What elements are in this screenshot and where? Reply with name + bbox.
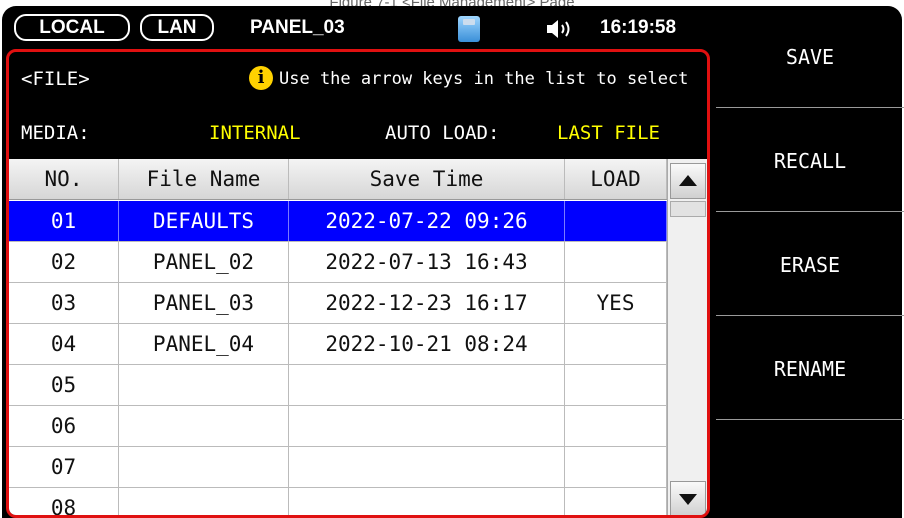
save-time-cell	[289, 365, 565, 405]
usb-icon	[458, 16, 480, 42]
auto-load-value[interactable]: LAST FILE	[557, 120, 660, 146]
load-flag-cell	[565, 365, 667, 405]
table-row[interactable]: 03 PANEL_03 2022-12-23 16:17 YES	[9, 283, 667, 324]
local-mode-badge: LOCAL	[14, 14, 130, 41]
load-flag-cell: YES	[565, 283, 667, 323]
rename-button[interactable]: RENAME	[716, 318, 904, 420]
save-time-cell: 2022-07-22 09:26	[289, 201, 565, 241]
file-name-cell: PANEL_03	[119, 283, 289, 323]
column-header-load: LOAD	[565, 159, 667, 199]
arrow-down-icon	[679, 494, 697, 505]
save-time-cell	[289, 447, 565, 487]
load-flag-cell	[565, 242, 667, 282]
status-bar: LOCAL LAN PANEL_03 16:19:58	[8, 11, 710, 45]
file-name-cell: PANEL_04	[119, 324, 289, 364]
empty-softkey[interactable]	[716, 422, 904, 518]
scroll-up-button[interactable]	[670, 163, 706, 199]
table-row[interactable]: 02 PANEL_02 2022-07-13 16:43	[9, 242, 667, 283]
table-row[interactable]: 04 PANEL_04 2022-10-21 08:24	[9, 324, 667, 365]
hint-text: Use the arrow keys in the list to select	[279, 69, 689, 89]
scrollbar[interactable]	[667, 159, 707, 515]
file-name-cell	[119, 406, 289, 446]
file-name-cell: PANEL_02	[119, 242, 289, 282]
file-number-cell: 08	[9, 488, 119, 515]
load-flag-cell	[565, 406, 667, 446]
file-management-panel: <FILE> i Use the arrow keys in the list …	[6, 49, 710, 518]
file-number-cell: 06	[9, 406, 119, 446]
scroll-down-button[interactable]	[670, 481, 706, 515]
load-flag-cell	[565, 201, 667, 241]
media-label: MEDIA:	[21, 122, 90, 144]
erase-button[interactable]: ERASE	[716, 214, 904, 316]
file-number-cell: 07	[9, 447, 119, 487]
file-name-cell: DEFAULTS	[119, 201, 289, 241]
table-row[interactable]: 06	[9, 406, 667, 447]
arrow-up-icon	[679, 175, 697, 186]
media-value[interactable]: INTERNAL	[209, 120, 301, 146]
scroll-thumb[interactable]	[670, 201, 706, 217]
save-button[interactable]: SAVE	[716, 6, 904, 108]
file-table: NO. File Name Save Time LOAD 01 DEFAULTS 2…	[9, 159, 667, 515]
file-name-cell	[119, 447, 289, 487]
file-name-cell	[119, 488, 289, 515]
column-header-file-name: File Name	[119, 159, 289, 199]
current-file-name: PANEL_03	[250, 17, 345, 38]
info-icon: i	[249, 66, 273, 90]
lan-badge: LAN	[140, 14, 214, 41]
save-time-cell: 2022-07-13 16:43	[289, 242, 565, 282]
file-number-cell: 01	[9, 201, 119, 241]
auto-load-label: AUTO LOAD:	[385, 122, 500, 144]
save-time-cell: 2022-12-23 16:17	[289, 283, 565, 323]
page-title: <FILE>	[21, 68, 90, 90]
table-row[interactable]: 08	[9, 488, 667, 515]
file-name-cell	[119, 365, 289, 405]
file-number-cell: 03	[9, 283, 119, 323]
file-number-cell: 02	[9, 242, 119, 282]
save-time-cell	[289, 406, 565, 446]
softkey-panel: SAVE RECALL ERASE RENAME	[716, 6, 904, 518]
file-number-cell: 04	[9, 324, 119, 364]
recall-button[interactable]: RECALL	[716, 110, 904, 212]
save-time-cell: 2022-10-21 08:24	[289, 324, 565, 364]
table-row[interactable]: 07	[9, 447, 667, 488]
load-flag-cell	[565, 447, 667, 487]
column-header-no: NO.	[9, 159, 119, 199]
speaker-icon	[547, 20, 570, 38]
file-number-cell: 05	[9, 365, 119, 405]
table-row[interactable]: 01 DEFAULTS 2022-07-22 09:26	[9, 201, 667, 242]
load-flag-cell	[565, 488, 667, 515]
save-time-cell	[289, 488, 565, 515]
load-flag-cell	[565, 324, 667, 364]
table-row[interactable]: 05	[9, 365, 667, 406]
column-header-save-time: Save Time	[289, 159, 565, 199]
table-header: NO. File Name Save Time LOAD	[9, 159, 667, 200]
clock: 16:19:58	[600, 17, 677, 38]
